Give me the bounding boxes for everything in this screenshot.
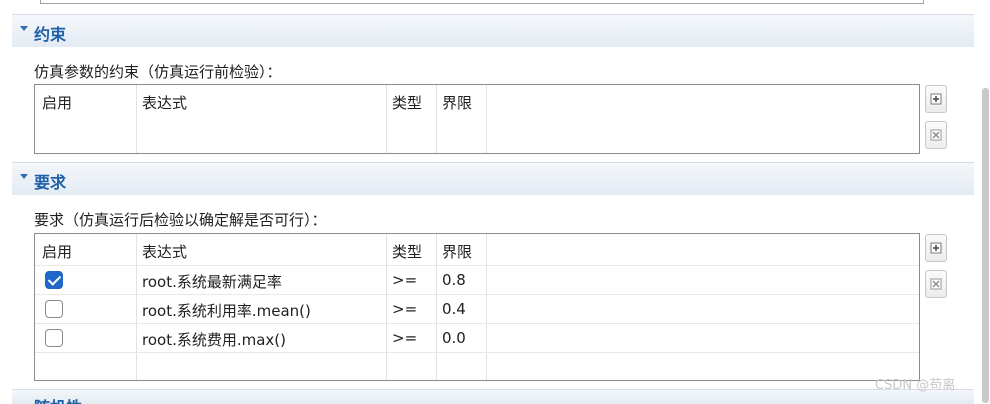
expression-cell[interactable]: root.系统最新满足率: [142, 271, 282, 292]
column-divider: [486, 85, 487, 153]
row-divider: [35, 265, 919, 266]
requirements-caption: 要求（仿真运行后检验以确定解是否可行）：: [34, 211, 327, 229]
column-divider: [486, 234, 487, 380]
row-divider: [35, 323, 919, 324]
column-divider: [136, 85, 137, 153]
add-constraint-button[interactable]: [925, 85, 947, 113]
add-requirement-button[interactable]: [925, 234, 947, 262]
randomness-section-header[interactable]: 随机性: [12, 389, 974, 404]
constraints-caption: 仿真参数的约束（仿真运行前检验）：: [34, 63, 282, 81]
type-cell[interactable]: >=: [392, 329, 417, 347]
column-header-expression[interactable]: 表达式: [142, 92, 187, 113]
column-header-type[interactable]: 类型: [392, 241, 422, 262]
delete-constraint-button[interactable]: [925, 121, 947, 149]
delete-icon: [930, 278, 942, 290]
type-cell[interactable]: >=: [392, 300, 417, 318]
previous-field[interactable]: [40, 0, 924, 4]
delete-icon: [930, 129, 942, 141]
enabled-checkbox[interactable]: [45, 329, 63, 347]
column-divider: [386, 85, 387, 153]
column-header-enabled[interactable]: 启用: [42, 92, 72, 113]
delete-requirement-button[interactable]: [925, 270, 947, 298]
column-divider: [436, 85, 437, 153]
collapse-arrow-icon[interactable]: [20, 26, 28, 31]
vertical-scrollbar[interactable]: [982, 88, 989, 403]
column-header-bound[interactable]: 界限: [442, 92, 472, 113]
column-divider: [386, 234, 387, 380]
row-divider: [35, 294, 919, 295]
enabled-checkbox[interactable]: [45, 271, 63, 289]
constraints-section-title: 约束: [34, 25, 67, 44]
column-header-enabled[interactable]: 启用: [42, 241, 72, 262]
add-icon: [930, 93, 942, 105]
constraints-section-header[interactable]: 约束: [12, 14, 974, 47]
column-divider: [436, 234, 437, 380]
requirements-section-title: 要求: [34, 173, 67, 192]
bound-cell[interactable]: 0.0: [442, 329, 466, 347]
bound-cell[interactable]: 0.8: [442, 271, 466, 289]
bound-cell[interactable]: 0.4: [442, 300, 466, 318]
type-cell[interactable]: >=: [392, 271, 417, 289]
watermark: CSDN @苟离: [875, 378, 956, 393]
column-header-type[interactable]: 类型: [392, 92, 422, 113]
column-divider: [136, 234, 137, 380]
column-header-bound[interactable]: 界限: [442, 241, 472, 262]
collapse-arrow-icon[interactable]: [20, 174, 28, 179]
enabled-checkbox[interactable]: [45, 300, 63, 318]
requirements-table: 启用 表达式 类型 界限 root.系统最新满足率 >= 0.8 root.系统…: [34, 233, 920, 381]
add-icon: [930, 242, 942, 254]
expression-cell[interactable]: root.系统利用率.mean(): [142, 300, 311, 321]
row-divider: [35, 352, 919, 353]
expression-cell[interactable]: root.系统费用.max(): [142, 329, 286, 350]
column-header-expression[interactable]: 表达式: [142, 241, 187, 262]
constraints-table: 启用 表达式 类型 界限: [34, 84, 920, 154]
top-area: [0, 0, 990, 14]
requirements-section-header[interactable]: 要求: [12, 162, 974, 195]
